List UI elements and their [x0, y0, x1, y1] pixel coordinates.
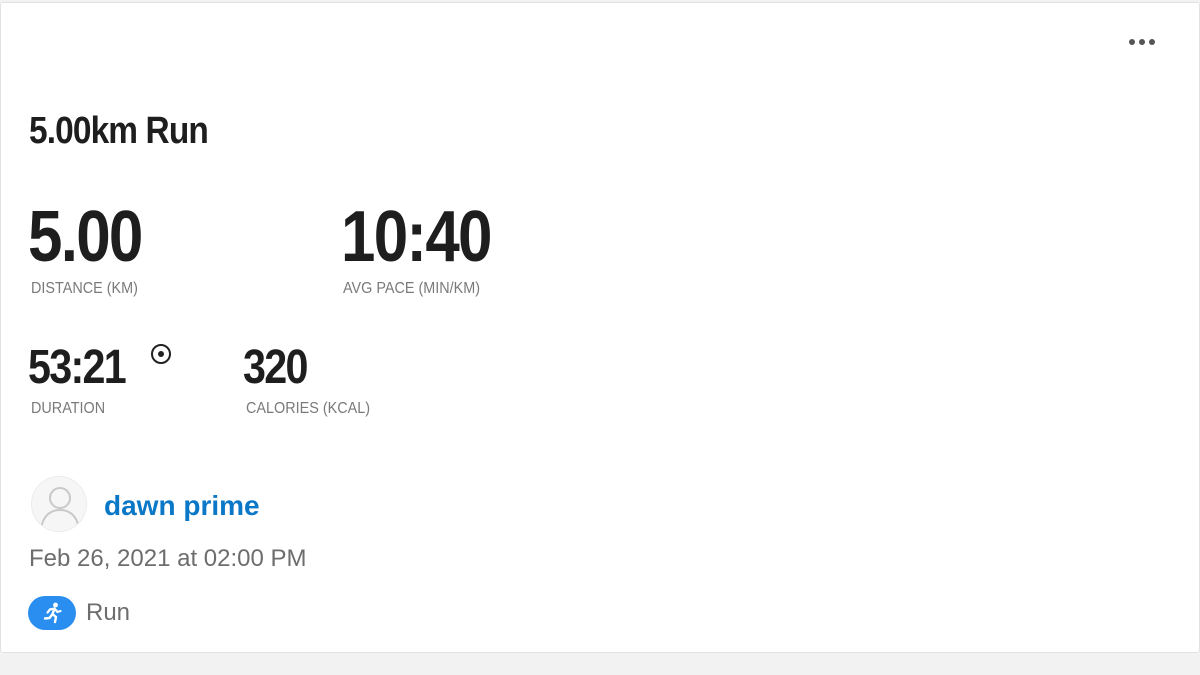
activity-type: Run	[28, 595, 130, 631]
user-silhouette-icon	[40, 487, 80, 530]
avg-pace-value: 10:40	[341, 197, 492, 277]
running-person-icon	[43, 602, 62, 624]
athlete-avatar[interactable]	[31, 476, 87, 532]
duration-value: 53:21	[28, 341, 127, 394]
calories-stat: 320 CALORIES (KCAL)	[243, 342, 384, 418]
calories-value: 320	[243, 341, 308, 394]
avg-pace-stat: 10:40 AVG PACE (MIN/KM)	[341, 199, 515, 298]
distance-value: 5.00	[28, 197, 143, 277]
activity-type-label: Run	[86, 599, 131, 626]
avg-pace-label: AVG PACE (MIN/KM)	[343, 280, 481, 297]
calories-label: CALORIES (KCAL)	[246, 400, 371, 417]
ellipsis-dot	[1139, 39, 1145, 45]
activity-card: 5.00km Run 5.00 DISTANCE (KM) 10:40 AVG …	[0, 2, 1200, 653]
ellipsis-dot	[1129, 39, 1135, 45]
activity-timestamp: Feb 26, 2021 at 02:00 PM	[29, 545, 307, 572]
radio-target-icon[interactable]	[151, 344, 171, 364]
activity-type-badge	[28, 596, 76, 630]
distance-stat: 5.00 DISTANCE (KM)	[28, 199, 160, 298]
duration-label: DURATION	[31, 400, 106, 417]
more-options-button[interactable]	[1121, 27, 1163, 57]
radio-target-dot	[158, 351, 164, 357]
activity-title: 5.00km Run	[29, 110, 209, 152]
distance-label: DISTANCE (KM)	[31, 280, 138, 297]
ellipsis-dot	[1149, 39, 1155, 45]
athlete-name-link[interactable]: dawn prime	[104, 489, 260, 523]
duration-stat: 53:21 DURATION	[28, 342, 141, 418]
